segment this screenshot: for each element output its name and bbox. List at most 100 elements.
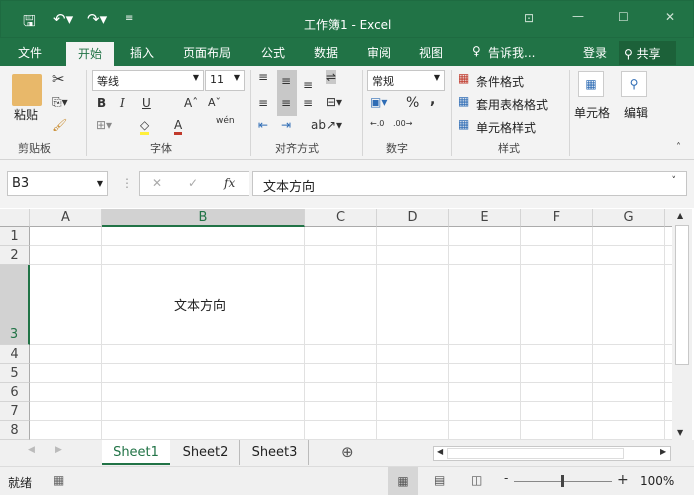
comma-button[interactable]: ,	[430, 92, 435, 108]
increase-indent-icon[interactable]: ⇥	[281, 118, 291, 132]
row-header-6[interactable]: 6	[0, 383, 30, 402]
enter-icon[interactable]: ✓	[188, 176, 198, 190]
formula-input[interactable]: 文本方向 ˅	[252, 171, 687, 196]
border-icon[interactable]: ⊞▾	[96, 118, 112, 132]
sheet-tab-sheet3[interactable]: Sheet3	[241, 440, 309, 465]
cut-icon[interactable]: ✂	[52, 70, 65, 88]
column-header-g[interactable]: G	[593, 209, 665, 227]
scroll-right-icon[interactable]: ▶	[660, 447, 666, 456]
minimize-icon[interactable]: —	[572, 9, 584, 23]
font-color-icon[interactable]: A	[174, 118, 183, 135]
font-name-select[interactable]: 等线 ▼	[92, 70, 204, 91]
next-sheet-icon[interactable]: ▶	[55, 445, 62, 455]
paste-icon[interactable]	[12, 74, 42, 106]
share-button[interactable]: ⚲ 共享	[619, 41, 676, 65]
tab-home[interactable]: 开始	[66, 42, 115, 66]
format-painter-icon[interactable]: 🖌	[52, 118, 67, 132]
sheet-tab-sheet2[interactable]: Sheet2	[172, 440, 240, 465]
tab-view[interactable]: 视图	[419, 44, 443, 61]
cells-icon[interactable]: ▦	[578, 71, 604, 97]
row-header-3[interactable]: 3	[0, 265, 30, 345]
align-right-icon[interactable]: ≡	[303, 96, 313, 110]
row-header-4[interactable]: 4	[0, 345, 30, 364]
customize-icon[interactable]: ≡	[125, 13, 133, 24]
bold-button[interactable]: B	[97, 96, 106, 110]
align-top-icon[interactable]: ≡	[258, 70, 268, 84]
sign-in-link[interactable]: 登录	[583, 44, 607, 61]
phonetic-button[interactable]: wén	[216, 116, 235, 126]
column-header-d[interactable]: D	[377, 209, 449, 227]
page-layout-view-icon[interactable]: ▤	[434, 473, 445, 487]
scroll-up-icon[interactable]: ▲	[677, 211, 683, 220]
paste-button[interactable]: 粘贴	[14, 106, 38, 123]
zoom-slider-thumb[interactable]	[561, 475, 564, 487]
normal-view-icon[interactable]: ▦	[388, 467, 418, 495]
increase-font-icon[interactable]: Aˆ	[184, 96, 198, 110]
tab-file[interactable]: 文件	[18, 44, 42, 61]
row-header-5[interactable]: 5	[0, 364, 30, 383]
add-sheet-icon[interactable]: ⊕	[341, 443, 354, 461]
column-header-f[interactable]: F	[521, 209, 593, 227]
decrease-decimal-icon[interactable]: .00→	[393, 119, 412, 128]
decrease-font-icon[interactable]: Aˇ	[208, 96, 221, 109]
decrease-indent-icon[interactable]: ⇤	[258, 118, 268, 132]
underline-button[interactable]: U	[142, 96, 151, 110]
undo-icon[interactable]: ↶▾	[53, 10, 73, 28]
orientation-icon[interactable]: ab↗▾	[311, 118, 342, 132]
tab-formulas[interactable]: 公式	[261, 44, 285, 61]
prev-sheet-icon[interactable]: ◀	[28, 445, 35, 455]
zoom-out-button[interactable]: -	[504, 471, 508, 485]
editing-button[interactable]: 编辑	[624, 104, 648, 121]
collapse-ribbon-icon[interactable]: ˄	[676, 142, 681, 153]
italic-button[interactable]: I	[120, 96, 125, 110]
column-header-e[interactable]: E	[449, 209, 521, 227]
sheet-tab-sheet1[interactable]: Sheet1	[102, 440, 170, 465]
row-header-8[interactable]: 8	[0, 421, 30, 440]
scroll-left-icon[interactable]: ◀	[437, 447, 443, 456]
save-icon[interactable]: 🖫	[23, 11, 36, 36]
maximize-icon[interactable]: ☐	[618, 10, 629, 24]
ribbon-display-icon[interactable]: ⊡	[524, 11, 534, 25]
column-header-b[interactable]: B	[102, 209, 305, 227]
page-break-view-icon[interactable]: ◫	[471, 473, 482, 487]
format-as-table-button[interactable]: 套用表格格式	[476, 96, 548, 113]
align-center-icon[interactable]: ≡	[281, 96, 291, 110]
percent-button[interactable]: %	[406, 95, 419, 111]
vertical-scroll-thumb[interactable]	[675, 225, 689, 365]
row-header-7[interactable]: 7	[0, 402, 30, 421]
font-size-select[interactable]: 11 ▼	[205, 70, 245, 91]
vertical-scrollbar[interactable]: ▲ ▼	[672, 209, 692, 440]
redo-icon[interactable]: ↷▾	[87, 10, 107, 28]
close-icon[interactable]: ✕	[665, 10, 675, 24]
cells-button[interactable]: 单元格	[574, 104, 610, 121]
scroll-down-icon[interactable]: ▼	[677, 428, 683, 437]
cell-styles-button[interactable]: 单元格样式	[476, 119, 536, 136]
zoom-in-button[interactable]: +	[617, 472, 629, 488]
merge-center-icon[interactable]: ⊟▾	[326, 95, 342, 109]
conditional-format-button[interactable]: 条件格式	[476, 73, 524, 90]
tell-me-search[interactable]: 告诉我...	[488, 44, 535, 61]
macro-record-icon[interactable]: ▦	[53, 473, 64, 487]
insert-function-button[interactable]: fx	[224, 176, 235, 190]
name-box[interactable]: B3 ▼	[7, 171, 108, 196]
horizontal-scroll-thumb[interactable]	[447, 448, 624, 459]
tab-data[interactable]: 数据	[314, 44, 338, 61]
increase-decimal-icon[interactable]: ←.0	[370, 119, 384, 128]
wrap-text-icon[interactable]: ⇌	[326, 70, 337, 84]
cell-b3[interactable]: 文本方向	[102, 264, 305, 345]
number-format-select[interactable]: 常规 ▼	[367, 70, 445, 91]
cancel-icon[interactable]: ✕	[152, 176, 162, 190]
row-header-1[interactable]: 1	[0, 227, 30, 246]
tab-review[interactable]: 审阅	[367, 44, 391, 61]
zoom-level[interactable]: 100%	[640, 474, 674, 488]
align-left-icon[interactable]: ≡	[258, 96, 268, 110]
align-middle-icon[interactable]: ≡	[281, 74, 291, 88]
tab-page-layout[interactable]: 页面布局	[183, 44, 231, 61]
worksheet-grid[interactable]: A B C D E F G 1 2 3 4 5 6 7 8 文本方向	[0, 209, 672, 440]
copy-icon[interactable]: ⎘▾	[52, 95, 68, 110]
select-all-corner[interactable]	[0, 209, 30, 227]
fill-color-icon[interactable]: ◇	[140, 118, 150, 135]
horizontal-scrollbar[interactable]: ◀ ▶	[433, 446, 671, 461]
column-header-c[interactable]: C	[305, 209, 377, 227]
accounting-format-icon[interactable]: ▣▾	[370, 95, 387, 109]
